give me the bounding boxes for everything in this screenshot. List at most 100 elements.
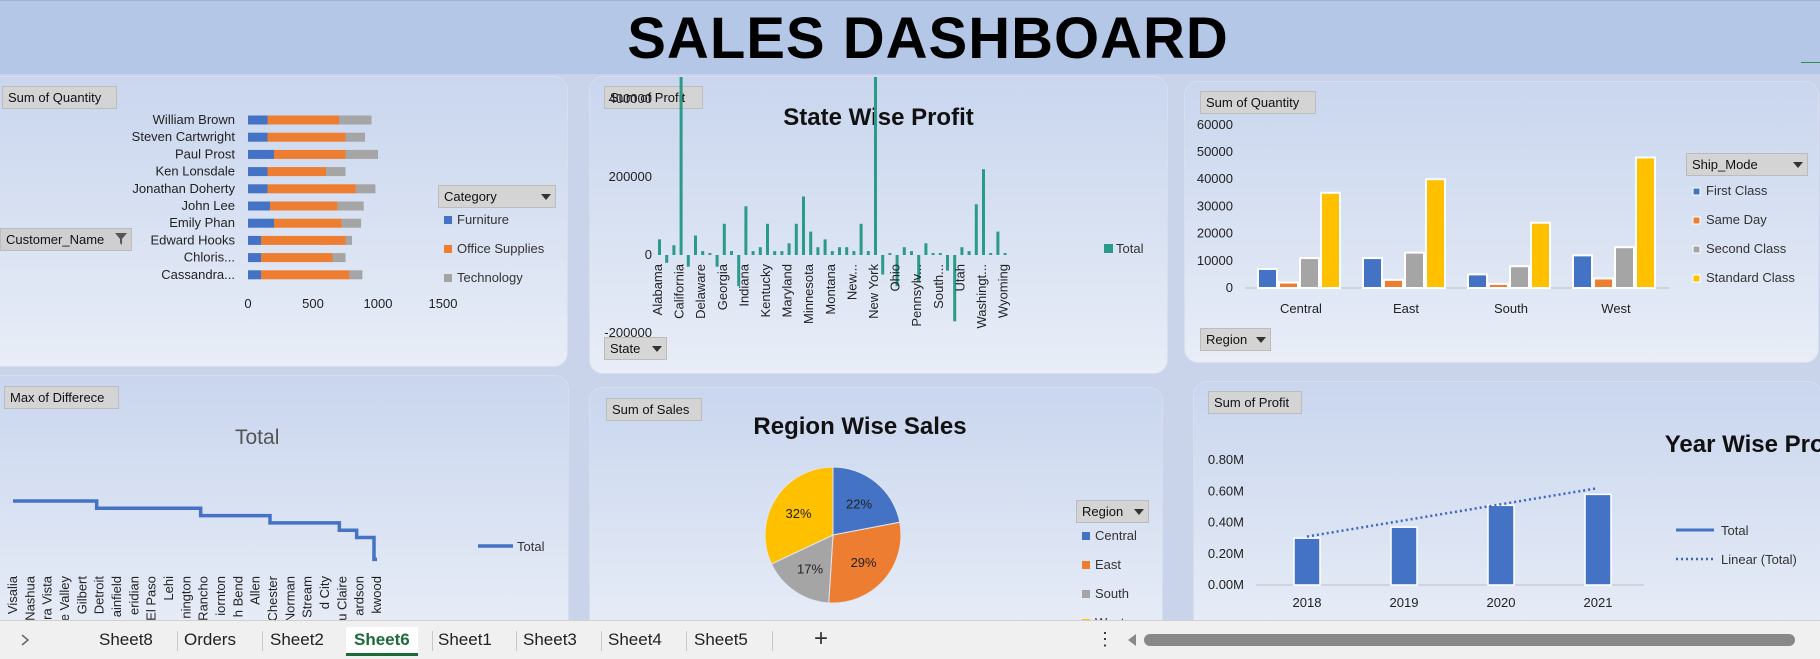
bar-segment [248,270,261,280]
x-tick-label: e Valley [57,576,72,622]
y-tick-label: 0.60M [1208,483,1244,498]
legend-label: Furniture [457,212,509,227]
bar-segment [248,132,268,142]
x-tick-label: West [1601,301,1631,316]
bar-segment [261,270,350,280]
legend-label: Same Day [1706,212,1767,227]
x-tick-label: Detroit [92,576,107,615]
sheet-tab-sheet4[interactable]: Sheet4 [608,630,662,650]
x-tick-label: Nashua [22,575,37,621]
bar [758,247,762,255]
sheet-tab-sheet3[interactable]: Sheet3 [523,630,577,650]
legend-label: Second Class [1706,241,1787,256]
y-tick-label: 0.40M [1208,515,1244,530]
legend-label: Office Supplies [457,241,545,256]
cell-border-accent [1801,62,1820,63]
x-tick-label: Allen [248,576,263,605]
bar-segment [337,201,364,211]
bar [665,255,669,263]
x-tick-label: New York [866,264,881,319]
y-tick-label: 50000 [1197,144,1233,159]
bar-segment [345,235,352,245]
tab-separator [686,631,687,651]
sheet-tab-sheet2[interactable]: Sheet2 [270,630,324,650]
bar [809,231,813,255]
x-tick-label: h Bend [230,576,245,617]
sheet-tab-sheet1[interactable]: Sheet1 [438,630,492,650]
x-tick-label: 0 [244,296,251,311]
y-tick-label: 200000 [609,169,652,184]
bar-segment [248,235,261,245]
bar [686,255,690,267]
bar [931,253,935,255]
more-options-icon[interactable]: ⋮ [1096,629,1114,650]
series-line [13,499,377,562]
legend-label: Total [517,539,545,554]
bar [924,243,928,255]
x-tick-label: Ohio [888,264,903,291]
tab-separator [516,631,517,651]
scroll-left-icon[interactable] [1126,633,1138,647]
bar [730,251,733,255]
legend-swatch [1082,590,1090,598]
bar [722,223,726,255]
y-tick-label: 10000 [1197,253,1233,268]
tab-separator [262,631,263,651]
chevron-right-icon[interactable] [19,633,31,647]
customer-quantity-chart: William Brown Steven Cartwright Paul Prost… [132,112,545,311]
bar [881,255,885,275]
x-tick-label: East [1393,301,1419,316]
bar-segment [339,115,372,125]
tab-separator [432,631,433,651]
x-tick-label: Rancho [196,576,211,621]
x-tick-label: ra Vista [40,575,55,620]
add-sheet-button[interactable]: + [814,625,828,653]
bar [1509,265,1530,290]
legend-swatch [444,216,452,224]
x-tick-label: Norman [282,576,297,622]
sheet-tab-sheet6[interactable]: Sheet6 [346,627,418,656]
bar [1257,267,1278,290]
legend-swatch [1692,245,1701,254]
bar [974,204,978,255]
bar-segment [345,132,365,142]
bar [679,77,683,255]
x-tick-label: eridian [126,576,141,615]
sheet-tab-sheet8[interactable]: Sheet8 [99,630,153,650]
bar [744,206,748,255]
slice-data-label: 22% [846,497,872,512]
y-tick-label: 0 [645,247,652,262]
bar-segment [248,201,271,211]
bar [672,245,676,255]
x-tick-label: Delaware [693,264,708,319]
x-tick-label: ainfield [109,576,124,617]
difference-panel: Max of Differece Total Visalia Nashua ra V… [0,375,569,637]
bar [1584,493,1612,586]
x-tick-label: Minnesota [801,263,816,324]
horizontal-scrollbar[interactable] [1144,634,1795,646]
title-bar: SALES DASHBOARD [0,0,1820,74]
bar-segment [248,184,268,194]
sheet-tab-sheet5[interactable]: Sheet5 [694,630,748,650]
category-tick-label: Ken Lonsdale [155,164,235,179]
bar [859,223,863,255]
bar [1003,253,1007,255]
sheet-tab-orders[interactable]: Orders [184,630,236,650]
bar [751,251,755,255]
x-tick-label: Central [1280,301,1322,316]
x-tick-label: Kentucky [758,264,773,318]
bar [694,235,697,255]
y-tick-label: -200000 [604,325,652,340]
bar [816,247,820,255]
bar [852,251,856,255]
bar [989,253,993,255]
region-sales-pie: 22%29%17%32%CentralEastSouthWest [764,466,1137,630]
bar [866,251,870,255]
bar-segment [248,253,261,263]
bar-segment [267,167,326,177]
legend-swatch [1082,561,1090,569]
bar-segment [274,149,346,159]
legend-label: Central [1095,528,1137,543]
bar-segment [332,253,346,263]
bar-segment [267,184,356,194]
